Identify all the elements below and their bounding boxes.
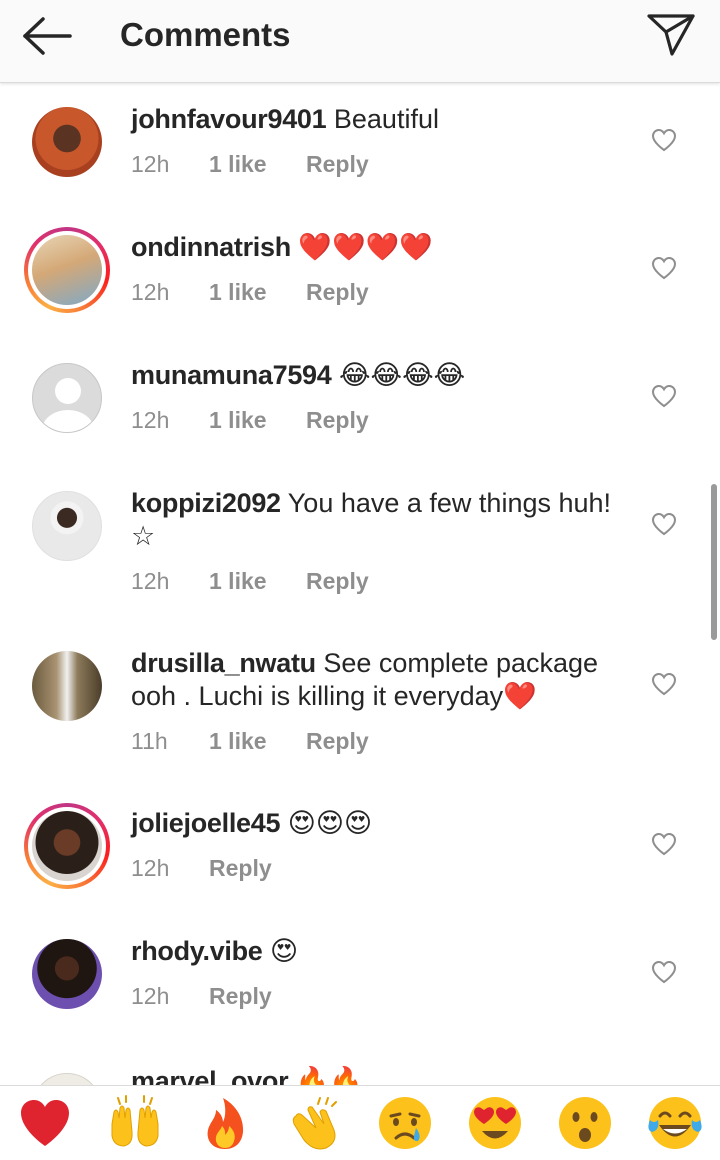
page-title: Comments [120, 16, 291, 53]
emoji-quick-bar [0, 1085, 720, 1160]
reply-button[interactable]: Reply [306, 407, 369, 434]
comment-text: See complete package [323, 648, 599, 678]
comment-text-line2: ☆ [131, 521, 156, 551]
comment-text: Beautiful [333, 104, 439, 134]
comment-username[interactable]: johnfavour9401 [131, 104, 327, 134]
reply-button[interactable]: Reply [306, 568, 369, 595]
heart-icon[interactable] [651, 128, 677, 152]
fire-emoji-icon[interactable] [196, 1094, 254, 1152]
heart-icon[interactable] [651, 832, 677, 856]
heart-emoji-icon[interactable] [16, 1094, 74, 1152]
comment-likes[interactable]: 1 like [209, 728, 306, 755]
arrow-left-icon [23, 17, 72, 55]
comment-likes[interactable]: 1 like [209, 151, 306, 178]
crying-face-emoji-icon[interactable] [376, 1094, 434, 1152]
avatar[interactable] [24, 803, 110, 889]
heart-icon[interactable] [651, 512, 677, 536]
heart-icon[interactable] [651, 384, 677, 408]
heart-icon[interactable] [651, 672, 677, 696]
comment-text: 😂😂😂😂 [339, 360, 466, 390]
comment-username[interactable]: drusilla_nwatu [131, 648, 316, 678]
comments-list[interactable]: johnfavour9401 Beautiful 12h 1 like Reply … [0, 83, 720, 1085]
comment-time: 11h [131, 728, 168, 754]
comment-likes[interactable]: 1 like [209, 279, 306, 306]
heart-icon[interactable] [651, 960, 677, 984]
comment-likes[interactable]: 1 like [209, 568, 306, 595]
heart-icon[interactable] [651, 256, 677, 280]
reply-button[interactable]: Reply [306, 728, 369, 755]
avatar[interactable] [24, 99, 110, 185]
comment-time: 12h [131, 407, 170, 433]
reply-button[interactable]: Reply [306, 279, 369, 306]
comment-text: 😍😍😍 [287, 808, 373, 838]
comment-text: 😍 [270, 936, 299, 966]
avatar[interactable] [24, 1065, 110, 1085]
tears-of-joy-emoji-icon[interactable] [646, 1094, 704, 1152]
share-button[interactable] [644, 10, 698, 60]
reply-button[interactable]: Reply [306, 151, 369, 178]
avatar[interactable] [24, 643, 110, 729]
avatar[interactable] [24, 931, 110, 1017]
comment-username[interactable]: munamuna7594 [131, 360, 332, 390]
heart-eyes-emoji-icon[interactable] [466, 1094, 524, 1152]
avatar[interactable] [24, 355, 110, 441]
comment-time: 12h [131, 855, 170, 881]
comment-time: 12h [131, 983, 170, 1009]
comment-username[interactable]: koppizi2092 [131, 488, 281, 518]
send-icon [647, 14, 695, 56]
comment-username[interactable]: marvel_ovor [131, 1066, 289, 1085]
clapping-hands-emoji-icon[interactable] [286, 1094, 344, 1152]
comment-text: ❤️❤️❤️❤️ [298, 232, 433, 262]
comment-text: You have a few things huh! [287, 488, 612, 518]
comment-text: 🔥🔥 [295, 1066, 364, 1085]
surprised-face-emoji-icon[interactable] [556, 1094, 614, 1152]
back-button[interactable] [18, 14, 78, 58]
comment-text-line2: ooh . Luchi is killing it everyday❤️ [131, 681, 537, 711]
comment-username[interactable]: joliejoelle45 [131, 808, 280, 838]
reply-button[interactable]: Reply [209, 983, 272, 1010]
reply-button[interactable]: Reply [209, 855, 272, 882]
avatar[interactable] [24, 483, 110, 569]
avatar[interactable] [24, 227, 110, 313]
comment-time: 12h [131, 151, 170, 177]
comment-username[interactable]: ondinnatrish [131, 232, 291, 262]
raising-hands-emoji-icon[interactable] [106, 1094, 164, 1152]
default-avatar-icon [42, 378, 94, 432]
comment-time: 12h [131, 568, 170, 594]
comment-likes[interactable]: 1 like [209, 407, 306, 434]
header-bar: Comments [0, 0, 720, 83]
comment-username[interactable]: rhody.vibe [131, 936, 263, 966]
scrollbar[interactable] [711, 484, 717, 640]
comment-time: 12h [131, 279, 170, 305]
